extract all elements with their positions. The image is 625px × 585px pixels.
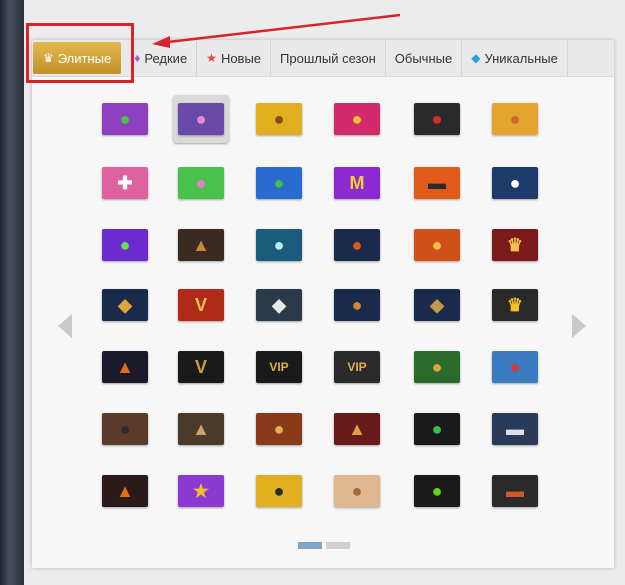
annotation-arrow [152,13,401,48]
